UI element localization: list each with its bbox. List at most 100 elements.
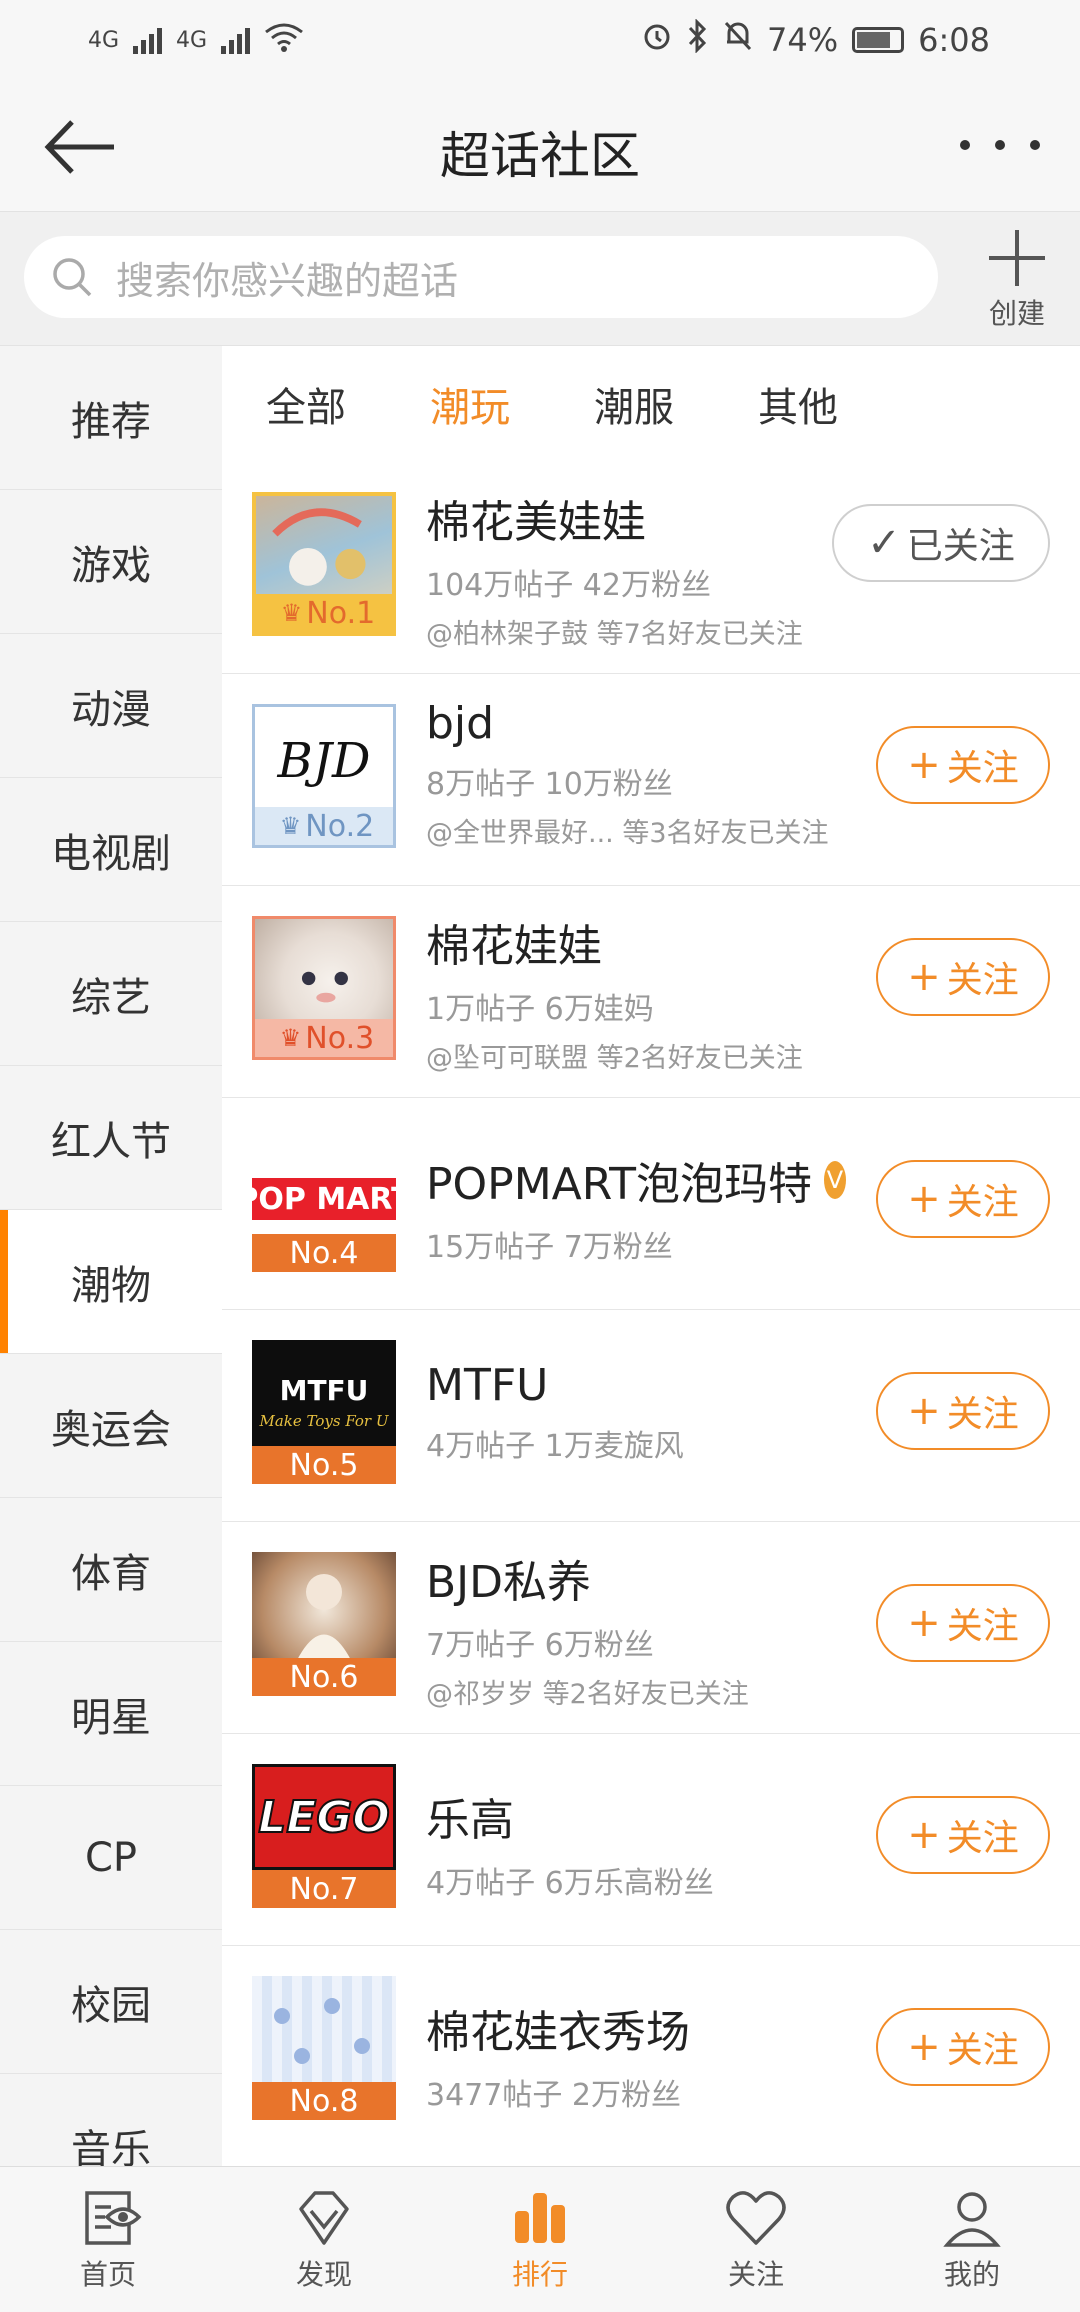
topic-thumbnail: POP MART No.4 — [252, 1128, 396, 1272]
plus-icon: + — [907, 1176, 941, 1222]
follow-button[interactable]: + 关注 — [876, 2008, 1050, 2086]
search-row: 搜索你感兴趣的超话 创建 — [0, 212, 1080, 346]
more-options-button[interactable] — [960, 130, 1040, 160]
network-label-1: 4G — [88, 27, 120, 53]
list-item[interactable]: No.8 棉花娃衣秀场 3477帖子 2万粉丝 + 关注 — [222, 1946, 1080, 2158]
followed-button[interactable]: ✓ 已关注 — [832, 504, 1050, 582]
topic-thumbnail: ♛ No.3 — [252, 916, 396, 1060]
topic-thumbnail: BJD ♛ No.2 — [252, 704, 396, 848]
nav-me[interactable]: 我的 — [864, 2167, 1080, 2312]
signal-icon — [133, 26, 163, 54]
topic-name: MTFU — [426, 1360, 549, 1411]
dot-icon — [960, 140, 970, 150]
sidebar-item-anime[interactable]: 动漫 — [0, 634, 222, 778]
search-input[interactable]: 搜索你感兴趣的超话 — [24, 236, 938, 318]
rank-badge: No.6 — [252, 1658, 396, 1696]
friends-followed: @坠可可联盟 等2名好友已关注 — [426, 1043, 803, 1074]
rank-badge: No.4 — [252, 1234, 396, 1272]
topic-stats: 15万帖子 7万粉丝 — [426, 1230, 673, 1265]
tab-all[interactable]: 全部 — [266, 375, 346, 433]
list-item[interactable]: ♛ No.1 棉花美娃娃 104万帖子 42万粉丝 @柏林架子鼓 等7名好友已关注… — [222, 462, 1080, 674]
plus-icon: + — [907, 1600, 941, 1646]
list-item[interactable]: BJD ♛ No.2 bjd 8万帖子 10万粉丝 @全世界最好... 等3名好友… — [222, 674, 1080, 886]
sidebar-item-campus[interactable]: 校园 — [0, 1930, 222, 2074]
sidebar-item-influencer[interactable]: 红人节 — [0, 1066, 222, 1210]
topic-stats: 7万帖子 6万粉丝 — [426, 1628, 654, 1663]
title-bar: 超话社区 — [0, 80, 1080, 212]
dot-icon — [995, 140, 1005, 150]
sidebar-item-recommend[interactable]: 推荐 — [0, 346, 222, 490]
heart-icon — [726, 2190, 786, 2245]
page-title: 超话社区 — [440, 127, 640, 185]
list-item[interactable]: POP MART No.4 POPMART泡泡玛特V 15万帖子 7万粉丝 +关… — [222, 1098, 1080, 1310]
create-button[interactable]: 创建 — [982, 230, 1052, 330]
topic-name: BJD私养 — [426, 1557, 592, 1608]
plus-icon: + — [907, 954, 941, 1000]
sidebar-item-sports[interactable]: 体育 — [0, 1498, 222, 1642]
plus-icon: + — [907, 1388, 941, 1434]
nav-following[interactable]: 关注 — [648, 2167, 864, 2312]
friends-followed: @祁岁岁 等2名好友已关注 — [426, 1679, 749, 1710]
battery-percent: 74% — [767, 21, 839, 59]
rank-badge: No.8 — [252, 2082, 396, 2120]
verified-badge-icon: V — [824, 1161, 846, 1199]
follow-button[interactable]: + 关注 — [876, 726, 1050, 804]
plus-icon: + — [907, 2024, 941, 2070]
mute-icon — [723, 20, 753, 60]
status-bar: 4G 4G 74% 6:08 — [0, 0, 1080, 80]
follow-button[interactable]: + 关注 — [876, 1160, 1050, 1238]
sidebar-item-olympics[interactable]: 奥运会 — [0, 1354, 222, 1498]
plus-icon: + — [907, 742, 941, 788]
topic-name: bjd — [426, 698, 495, 749]
ranking-bars-icon — [515, 2192, 565, 2243]
sidebar-item-tv[interactable]: 电视剧 — [0, 778, 222, 922]
sub-tabs: 全部 潮玩 潮服 其他 — [222, 346, 1080, 462]
clock: 6:08 — [918, 21, 990, 59]
search-placeholder: 搜索你感兴趣的超话 — [116, 258, 459, 303]
follow-button[interactable]: + 关注 — [876, 1372, 1050, 1450]
person-icon — [943, 2191, 1001, 2247]
tab-trendy-toys[interactable]: 潮玩 — [430, 375, 510, 433]
create-label: 创建 — [988, 297, 1045, 330]
battery-icon — [852, 27, 905, 53]
sidebar-item-cp[interactable]: CP — [0, 1786, 222, 1930]
sidebar-item-stars[interactable]: 明星 — [0, 1642, 222, 1786]
rank-badge: No.5 — [252, 1446, 396, 1484]
follow-button[interactable]: + 关注 — [876, 938, 1050, 1016]
topic-stats: 3477帖子 2万粉丝 — [426, 2078, 681, 2113]
bottom-nav: 首页 发现 排行 关注 我的 — [0, 2166, 1080, 2312]
plus-icon: + — [907, 1812, 941, 1858]
sidebar-item-trendy[interactable]: 潮物 — [0, 1210, 222, 1354]
sidebar-item-music[interactable]: 音乐 — [0, 2074, 222, 2167]
tab-other[interactable]: 其他 — [758, 375, 838, 433]
rank-badge: ♛ No.2 — [255, 807, 393, 845]
topic-stats: 4万帖子 1万麦旋风 — [426, 1429, 684, 1464]
signal-icon — [221, 26, 251, 54]
nav-discover[interactable]: 发现 — [216, 2167, 432, 2312]
topic-thumbnail: ♛ No.1 — [252, 492, 396, 636]
nav-home[interactable]: 首页 — [0, 2167, 216, 2312]
topic-list-panel: 全部 潮玩 潮服 其他 ♛ No.1 棉花美娃娃 104万帖子 42万粉丝 @柏林… — [222, 346, 1080, 2166]
tab-trendy-clothes[interactable]: 潮服 — [594, 375, 674, 433]
crown-icon: ♛ — [280, 599, 303, 627]
crown-icon: ♛ — [279, 812, 302, 840]
list-item[interactable]: MTFU Make Toys For U No.5 MTFU 4万帖子 1万麦旋… — [222, 1310, 1080, 1522]
list-item[interactable]: ♛ No.3 棉花娃娃 1万帖子 6万娃妈 @坠可可联盟 等2名好友已关注 + 关注 — [222, 886, 1080, 1098]
sidebar-item-games[interactable]: 游戏 — [0, 490, 222, 634]
nav-ranking[interactable]: 排行 — [432, 2167, 648, 2312]
topic-thumbnail: MTFU Make Toys For U No.5 — [252, 1340, 396, 1484]
topic-name: 棉花娃娃 — [426, 921, 602, 972]
category-sidebar: 推荐 游戏 动漫 电视剧 综艺 红人节 潮物 奥运会 体育 明星 CP 校园 音… — [0, 346, 222, 2166]
topic-thumbnail: No.8 — [252, 1976, 396, 2120]
follow-button[interactable]: + 关注 — [876, 1584, 1050, 1662]
sidebar-item-variety[interactable]: 综艺 — [0, 922, 222, 1066]
list-item[interactable]: No.6 BJD私养 7万帖子 6万粉丝 @祁岁岁 等2名好友已关注 + 关注 — [222, 1522, 1080, 1734]
wifi-icon — [264, 22, 304, 58]
home-eye-icon — [85, 2190, 142, 2245]
list-item[interactable]: LEGO No.7 乐高 4万帖子 6万乐高粉丝 + 关注 — [222, 1734, 1080, 1946]
topic-stats: 104万帖子 42万粉丝 — [426, 568, 711, 603]
follow-button[interactable]: + 关注 — [876, 1796, 1050, 1874]
diamond-icon — [299, 2190, 349, 2245]
topic-name: 棉花美娃娃 — [426, 497, 646, 548]
check-icon: ✓ — [867, 520, 901, 566]
